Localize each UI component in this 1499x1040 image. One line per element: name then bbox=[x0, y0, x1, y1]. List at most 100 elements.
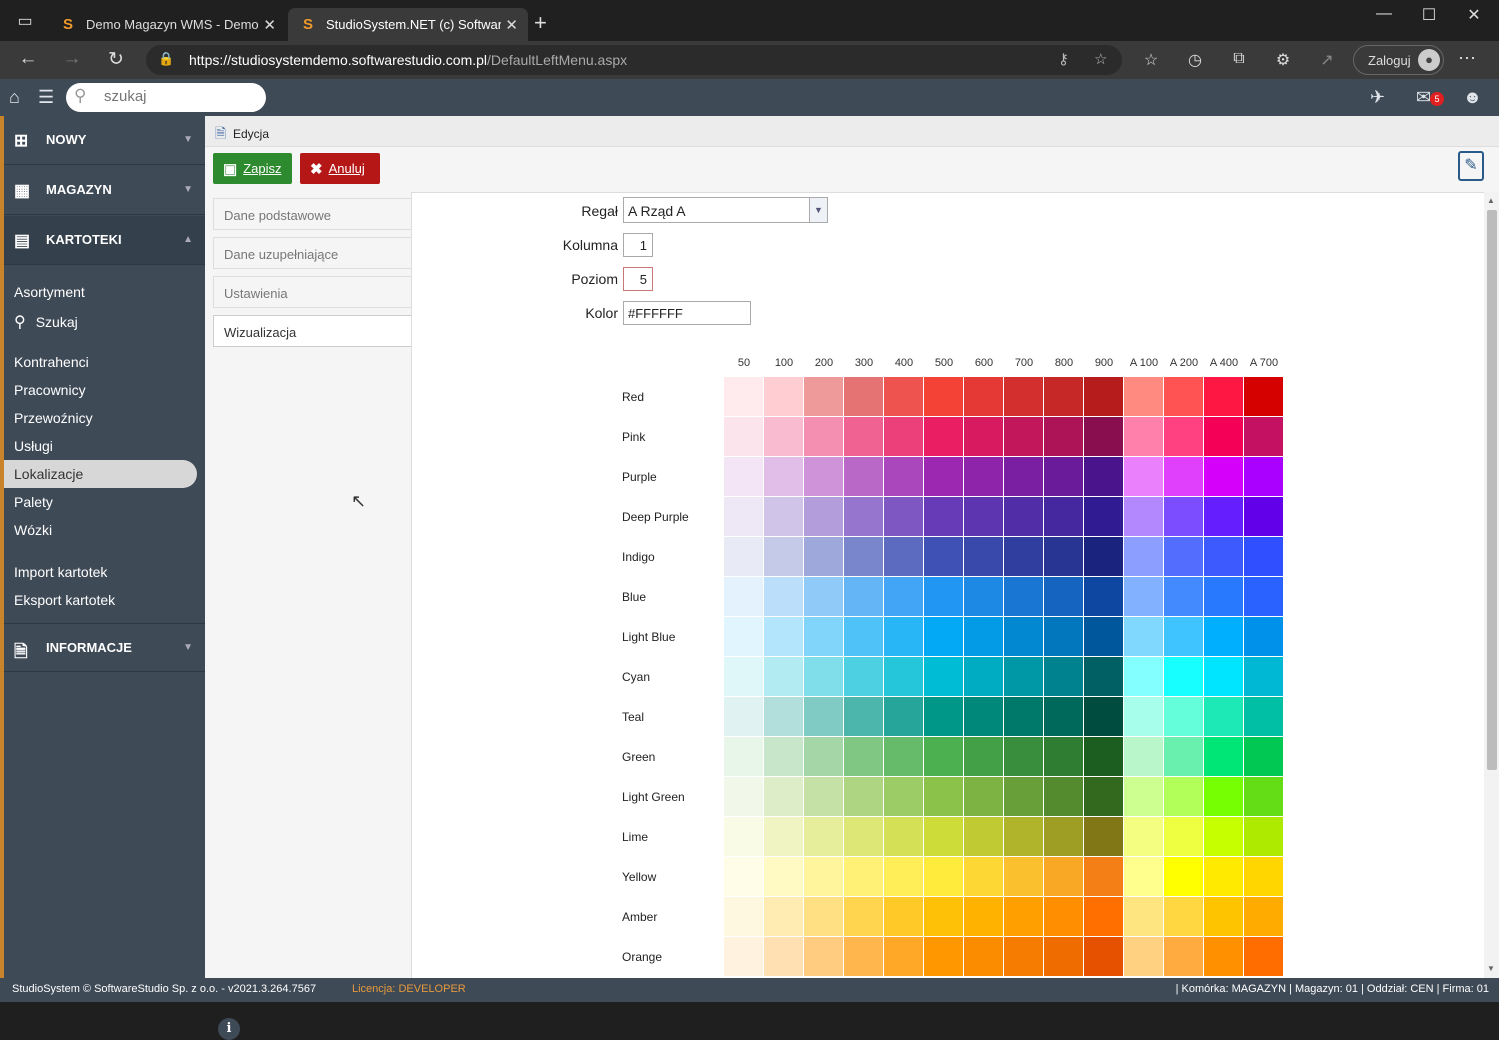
color-swatch[interactable] bbox=[1244, 497, 1284, 537]
color-swatch[interactable] bbox=[884, 857, 924, 897]
color-swatch[interactable] bbox=[1244, 457, 1284, 497]
color-swatch[interactable] bbox=[844, 657, 884, 697]
color-swatch[interactable] bbox=[764, 657, 804, 697]
sidebar-item-szukaj[interactable]: ⚲ Szukaj bbox=[14, 312, 78, 332]
color-swatch[interactable] bbox=[1044, 777, 1084, 817]
color-swatch[interactable] bbox=[1044, 417, 1084, 457]
color-swatch[interactable] bbox=[804, 417, 844, 457]
color-swatch[interactable] bbox=[924, 577, 964, 617]
color-swatch[interactable] bbox=[1244, 897, 1284, 937]
color-swatch[interactable] bbox=[1244, 617, 1284, 657]
color-swatch[interactable] bbox=[724, 737, 764, 777]
color-swatch[interactable] bbox=[764, 857, 804, 897]
color-swatch[interactable] bbox=[1204, 657, 1244, 697]
menu-toggle-icon[interactable]: ☰ bbox=[38, 87, 54, 108]
color-swatch[interactable] bbox=[1164, 737, 1204, 777]
color-swatch[interactable] bbox=[1124, 417, 1164, 457]
tab-dane-podstawowe[interactable]: Dane podstawowe bbox=[213, 198, 412, 230]
color-swatch[interactable] bbox=[1004, 737, 1044, 777]
sidebar-section-magazyn[interactable]: ▦ MAGAZYN ▼ bbox=[4, 166, 205, 215]
color-swatch[interactable] bbox=[804, 857, 844, 897]
color-swatch[interactable] bbox=[724, 817, 764, 857]
color-swatch[interactable] bbox=[1124, 937, 1164, 977]
close-tab-icon[interactable]: ✕ bbox=[505, 16, 518, 34]
color-swatch[interactable] bbox=[844, 857, 884, 897]
color-swatch[interactable] bbox=[804, 537, 844, 577]
color-swatch[interactable] bbox=[724, 897, 764, 937]
color-swatch[interactable] bbox=[924, 497, 964, 537]
more-icon[interactable]: ⋯ bbox=[1458, 48, 1477, 69]
color-swatch[interactable] bbox=[1084, 857, 1124, 897]
sidebar-item-palety[interactable]: Palety bbox=[14, 494, 53, 510]
collections-icon[interactable]: ⧉ bbox=[1228, 50, 1250, 68]
color-swatch[interactable] bbox=[964, 937, 1004, 977]
tab-dane-uzupelniajace[interactable]: Dane uzupełniające bbox=[213, 237, 412, 269]
color-swatch[interactable] bbox=[804, 577, 844, 617]
color-swatch[interactable] bbox=[964, 377, 1004, 417]
scroll-down-icon[interactable]: ▼ bbox=[1487, 964, 1495, 973]
color-swatch[interactable] bbox=[1084, 417, 1124, 457]
color-swatch[interactable] bbox=[1004, 697, 1044, 737]
color-swatch[interactable] bbox=[1244, 777, 1284, 817]
sidebar-item-asortyment[interactable]: Asortyment bbox=[14, 284, 85, 300]
color-swatch[interactable] bbox=[1164, 497, 1204, 537]
tab-actions-icon[interactable]: ▭ bbox=[8, 8, 42, 34]
color-swatch[interactable] bbox=[1164, 457, 1204, 497]
color-swatch[interactable] bbox=[1004, 537, 1044, 577]
color-swatch[interactable] bbox=[924, 657, 964, 697]
sidebar-item-eksport[interactable]: Eksport kartotek bbox=[14, 592, 115, 608]
color-swatch[interactable] bbox=[1124, 897, 1164, 937]
color-swatch[interactable] bbox=[1124, 857, 1164, 897]
color-swatch[interactable] bbox=[964, 537, 1004, 577]
color-swatch[interactable] bbox=[964, 857, 1004, 897]
forward-icon[interactable]: → bbox=[58, 48, 86, 70]
color-swatch[interactable] bbox=[804, 657, 844, 697]
color-swatch[interactable] bbox=[1084, 697, 1124, 737]
color-swatch[interactable] bbox=[844, 777, 884, 817]
color-swatch[interactable] bbox=[764, 537, 804, 577]
scrollbar-thumb[interactable] bbox=[1487, 210, 1497, 770]
color-swatch[interactable] bbox=[884, 937, 924, 977]
color-swatch[interactable] bbox=[924, 537, 964, 577]
color-swatch[interactable] bbox=[884, 497, 924, 537]
color-swatch[interactable] bbox=[724, 617, 764, 657]
color-swatch[interactable] bbox=[764, 377, 804, 417]
new-tab-icon[interactable]: + bbox=[534, 10, 547, 36]
color-swatch[interactable] bbox=[764, 817, 804, 857]
color-swatch[interactable] bbox=[1124, 697, 1164, 737]
url-field[interactable]: 🔒 https://studiosystemdemo.softwarestudi… bbox=[146, 45, 1122, 75]
color-swatch[interactable] bbox=[724, 937, 764, 977]
color-swatch[interactable] bbox=[764, 777, 804, 817]
color-swatch[interactable] bbox=[1084, 377, 1124, 417]
color-swatch[interactable] bbox=[884, 617, 924, 657]
color-swatch[interactable] bbox=[964, 817, 1004, 857]
color-swatch[interactable] bbox=[1044, 897, 1084, 937]
color-swatch[interactable] bbox=[1044, 497, 1084, 537]
color-swatch[interactable] bbox=[844, 617, 884, 657]
color-swatch[interactable] bbox=[884, 577, 924, 617]
search-input[interactable] bbox=[104, 88, 254, 105]
color-swatch[interactable] bbox=[924, 457, 964, 497]
color-swatch[interactable] bbox=[764, 457, 804, 497]
color-swatch[interactable] bbox=[1164, 817, 1204, 857]
color-swatch[interactable] bbox=[1044, 617, 1084, 657]
sidebar-item-import[interactable]: Import kartotek bbox=[14, 564, 107, 580]
color-swatch[interactable] bbox=[1004, 497, 1044, 537]
color-swatch[interactable] bbox=[1084, 537, 1124, 577]
color-swatch[interactable] bbox=[884, 537, 924, 577]
color-swatch[interactable] bbox=[764, 497, 804, 537]
color-swatch[interactable] bbox=[1044, 697, 1084, 737]
vertical-scrollbar[interactable]: ▲ ▼ bbox=[1484, 192, 1499, 978]
color-swatch[interactable] bbox=[964, 457, 1004, 497]
color-swatch[interactable] bbox=[1124, 497, 1164, 537]
color-swatch[interactable] bbox=[804, 617, 844, 657]
color-swatch[interactable] bbox=[844, 817, 884, 857]
color-swatch[interactable] bbox=[764, 577, 804, 617]
refresh-icon[interactable]: ↻ bbox=[102, 48, 130, 71]
color-swatch[interactable] bbox=[1044, 377, 1084, 417]
color-swatch[interactable] bbox=[924, 937, 964, 977]
color-swatch[interactable] bbox=[1204, 897, 1244, 937]
plane-icon[interactable]: ✈ bbox=[1370, 87, 1385, 108]
color-swatch[interactable] bbox=[1044, 857, 1084, 897]
color-swatch[interactable] bbox=[1044, 537, 1084, 577]
